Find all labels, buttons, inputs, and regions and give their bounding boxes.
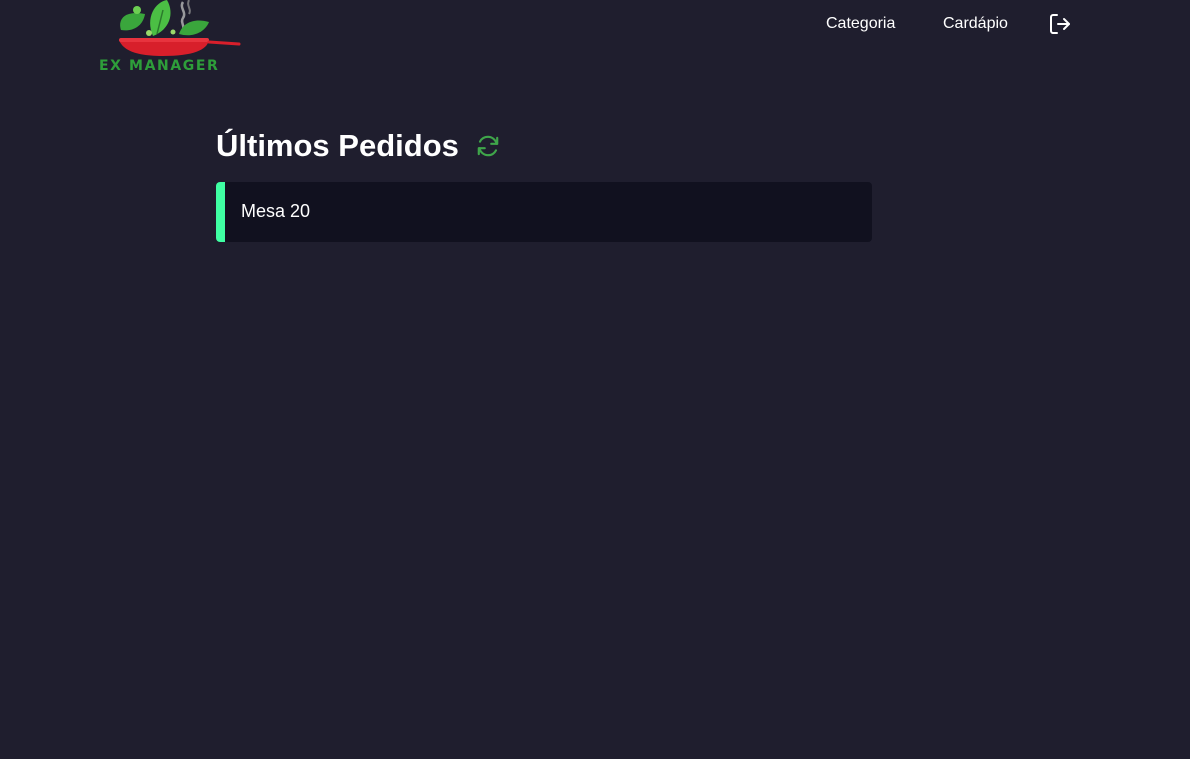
order-label: Mesa 20 xyxy=(241,201,311,221)
logout-icon xyxy=(1050,14,1070,34)
refresh-button[interactable] xyxy=(475,133,501,159)
order-status-bar xyxy=(216,182,225,242)
orders-list: Mesa 20 xyxy=(216,182,872,242)
brand-logo[interactable]: EX MANAGER xyxy=(97,0,243,78)
title-row: Últimos Pedidos xyxy=(216,126,501,166)
top-header: EX MANAGER Categoria Cardápio xyxy=(0,0,1190,80)
refresh-icon xyxy=(477,135,499,157)
logout-button[interactable] xyxy=(1048,12,1072,36)
brand-name: EX MANAGER xyxy=(99,58,220,74)
page-title: Últimos Pedidos xyxy=(216,128,459,163)
order-item[interactable]: Mesa 20 xyxy=(216,182,872,242)
nav-link-cardapio[interactable]: Cardápio xyxy=(943,15,1008,33)
frying-pan-logo-icon xyxy=(119,0,241,56)
nav-link-categoria[interactable]: Categoria xyxy=(826,15,895,33)
